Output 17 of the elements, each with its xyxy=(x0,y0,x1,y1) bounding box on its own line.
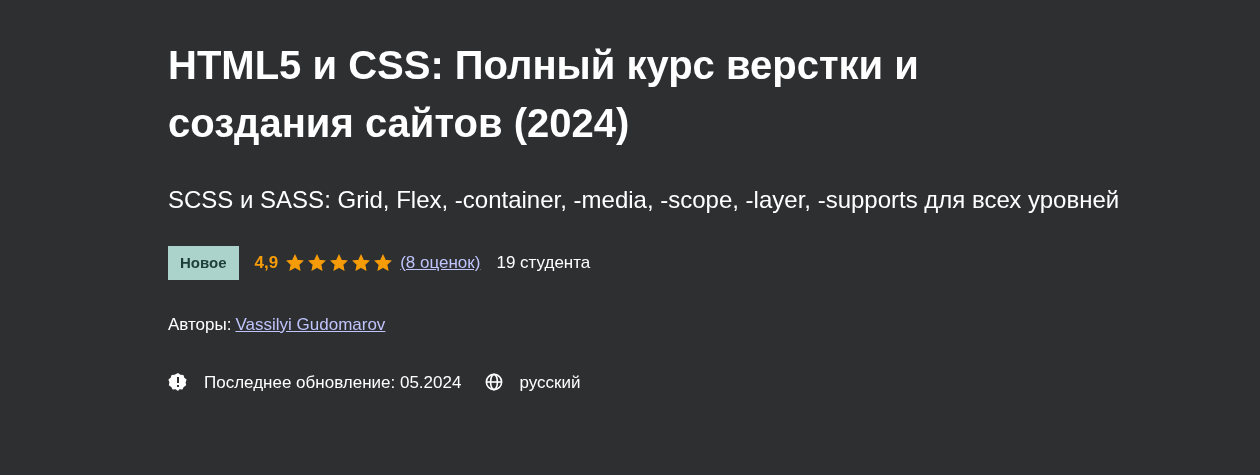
star-icon xyxy=(286,253,305,272)
last-updated: Последнее обновление: 05.2024 xyxy=(204,371,462,394)
globe-icon xyxy=(485,373,504,392)
author-link[interactable]: Vassilyi Gudomarov xyxy=(235,312,386,338)
ratings-link[interactable]: (8 оценок) xyxy=(400,250,481,276)
new-badge: Новое xyxy=(168,245,239,281)
course-language: русский xyxy=(519,371,581,394)
star-icon xyxy=(308,253,327,272)
star-icon xyxy=(374,253,393,272)
course-title: HTML5 и CSS: Полный курс верстки и создания сайтов (2024) xyxy=(168,42,920,147)
star-icon xyxy=(330,253,349,272)
course-subtitle: SCSS и SASS: Grid, Flex, -container, -media, -scope, -layer, -supports для всех уровней xyxy=(168,185,1121,215)
star-icon xyxy=(352,253,371,272)
authors-label: Авторы: xyxy=(168,314,232,337)
rating-value: 4,9 xyxy=(254,252,279,275)
alert-icon xyxy=(168,372,188,393)
student-count: 19 студента xyxy=(496,252,591,275)
